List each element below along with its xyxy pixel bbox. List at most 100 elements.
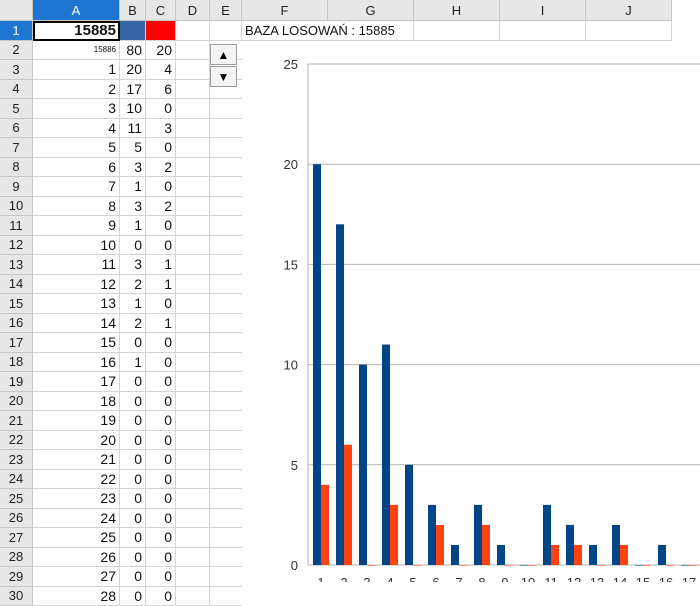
row-header[interactable]: 2 [0, 41, 33, 61]
table-cell-empty[interactable] [210, 528, 242, 548]
column-header-g[interactable]: G [328, 0, 414, 21]
table-cell[interactable]: 2 [146, 158, 176, 178]
table-cell-empty[interactable] [210, 197, 242, 217]
table-cell-empty[interactable] [176, 255, 210, 275]
table-cell[interactable]: 0 [146, 294, 176, 314]
table-cell-empty[interactable] [176, 275, 210, 295]
table-cell[interactable]: 0 [146, 333, 176, 353]
table-cell[interactable]: 23 [33, 489, 120, 509]
table-cell[interactable]: 0 [120, 333, 146, 353]
table-cell-empty[interactable] [176, 509, 210, 529]
row-header[interactable]: 25 [0, 489, 33, 509]
column-header-d[interactable]: D [176, 0, 210, 21]
table-cell[interactable]: 5 [120, 138, 146, 158]
row-header[interactable]: 23 [0, 450, 33, 470]
table-cell[interactable]: 3 [146, 119, 176, 139]
table-cell[interactable]: 14 [33, 314, 120, 334]
row-header[interactable]: 30 [0, 587, 33, 606]
table-cell[interactable]: 0 [146, 489, 176, 509]
table-cell[interactable]: 0 [146, 138, 176, 158]
table-cell-empty[interactable] [210, 431, 242, 451]
table-cell[interactable]: 0 [146, 528, 176, 548]
table-cell[interactable]: 20 [120, 60, 146, 80]
row-header[interactable]: 11 [0, 216, 33, 236]
table-cell[interactable]: 0 [120, 392, 146, 412]
table-cell-empty[interactable] [176, 177, 210, 197]
table-cell[interactable]: 3 [33, 99, 120, 119]
table-cell[interactable]: 0 [146, 216, 176, 236]
table-cell[interactable]: 0 [146, 470, 176, 490]
table-cell[interactable]: 2 [33, 80, 120, 100]
table-cell[interactable]: 16 [33, 353, 120, 373]
table-cell[interactable]: 20 [33, 431, 120, 451]
row-header[interactable]: 26 [0, 509, 33, 529]
table-cell[interactable]: 25 [33, 528, 120, 548]
table-cell-empty[interactable] [210, 411, 242, 431]
table-cell[interactable]: 0 [120, 372, 146, 392]
row-header[interactable]: 21 [0, 411, 33, 431]
row-header[interactable]: 6 [0, 119, 33, 139]
select-all-corner[interactable] [0, 0, 33, 21]
table-cell[interactable]: 3 [120, 197, 146, 217]
table-cell[interactable]: 1 [146, 255, 176, 275]
table-cell[interactable]: 80 [120, 41, 146, 61]
table-cell[interactable]: 0 [120, 431, 146, 451]
table-cell[interactable]: 27 [33, 567, 120, 587]
column-header-c[interactable]: C [146, 0, 176, 21]
table-cell-empty[interactable] [210, 314, 242, 334]
column-header-h[interactable]: H [414, 0, 500, 21]
table-cell[interactable]: 1 [120, 294, 146, 314]
table-cell[interactable]: 6 [146, 80, 176, 100]
row-header[interactable]: 22 [0, 431, 33, 451]
table-cell[interactable]: 28 [33, 587, 120, 606]
table-cell-empty[interactable] [176, 548, 210, 568]
row-header[interactable]: 12 [0, 236, 33, 256]
table-cell-empty[interactable] [176, 567, 210, 587]
table-cell-empty[interactable] [176, 431, 210, 451]
table-cell[interactable]: 1 [146, 275, 176, 295]
table-cell-empty[interactable] [176, 314, 210, 334]
table-cell-empty[interactable] [176, 60, 210, 80]
table-cell-empty[interactable] [176, 333, 210, 353]
row-header[interactable]: 5 [0, 99, 33, 119]
table-cell-empty[interactable] [210, 138, 242, 158]
column-header-e[interactable]: E [210, 0, 242, 21]
table-cell[interactable]: 1 [33, 60, 120, 80]
table-cell[interactable]: 0 [120, 587, 146, 606]
table-cell-empty[interactable] [176, 99, 210, 119]
table-cell[interactable]: 18 [33, 392, 120, 412]
table-cell[interactable]: 20 [146, 41, 176, 61]
row-header[interactable]: 17 [0, 333, 33, 353]
row-header[interactable]: 10 [0, 197, 33, 217]
spin-up-button[interactable]: ▲ [210, 44, 237, 65]
cell-f1-title[interactable]: BAZA LOSOWAŃ : 15885 [242, 21, 414, 41]
table-cell[interactable]: 7 [33, 177, 120, 197]
table-cell-empty[interactable] [176, 119, 210, 139]
column-header-f[interactable]: F [242, 0, 328, 21]
table-cell-empty[interactable] [210, 119, 242, 139]
table-cell[interactable]: 24 [33, 509, 120, 529]
table-cell-empty[interactable] [210, 333, 242, 353]
table-cell[interactable]: 0 [146, 411, 176, 431]
cell-row1[interactable] [586, 21, 672, 41]
table-cell[interactable]: 0 [120, 528, 146, 548]
table-cell[interactable]: 0 [146, 353, 176, 373]
table-cell[interactable]: 22 [33, 470, 120, 490]
table-cell[interactable]: 4 [146, 60, 176, 80]
column-header-j[interactable]: J [586, 0, 672, 21]
row-header[interactable]: 1 [0, 21, 33, 41]
row-header[interactable]: 29 [0, 567, 33, 587]
table-cell-empty[interactable] [210, 275, 242, 295]
table-cell-empty[interactable] [176, 158, 210, 178]
row-header[interactable]: 9 [0, 177, 33, 197]
table-cell[interactable]: 2 [120, 314, 146, 334]
table-cell[interactable]: 3 [120, 158, 146, 178]
table-cell[interactable]: 0 [146, 450, 176, 470]
table-cell[interactable]: 4 [33, 119, 120, 139]
table-cell-empty[interactable] [176, 372, 210, 392]
table-cell[interactable]: 11 [120, 119, 146, 139]
table-cell-empty[interactable] [210, 158, 242, 178]
table-cell[interactable]: 1 [120, 216, 146, 236]
table-cell-empty[interactable] [210, 177, 242, 197]
spin-down-button[interactable]: ▼ [210, 66, 237, 87]
